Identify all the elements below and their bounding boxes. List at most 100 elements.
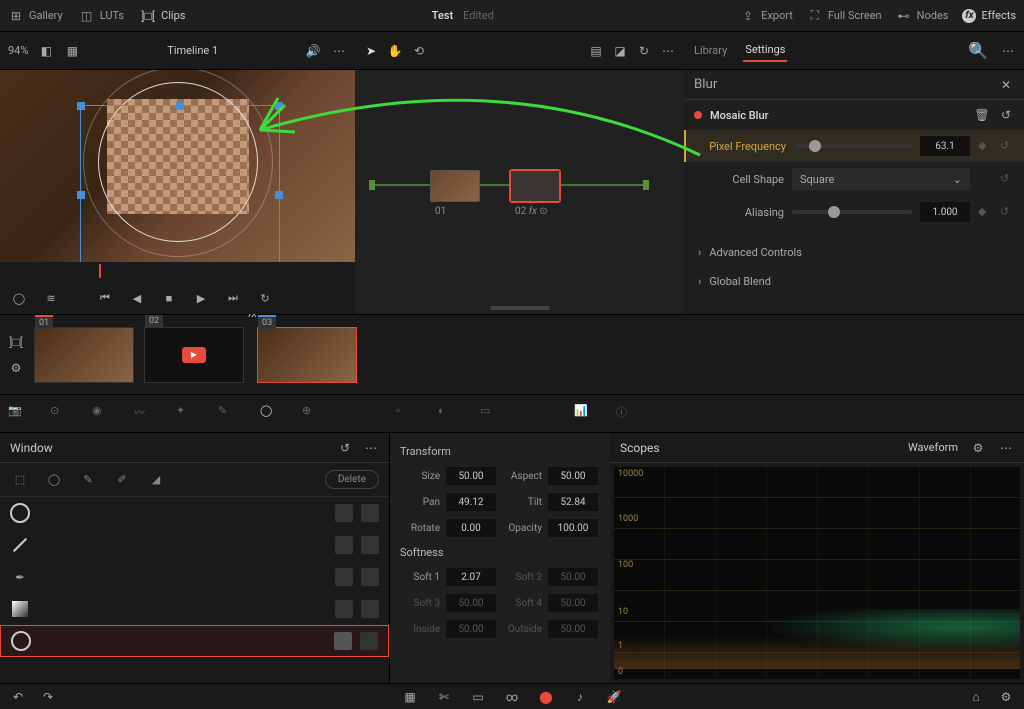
fit-icon[interactable]: ◧ <box>38 43 54 59</box>
rotate-value[interactable]: 0.00 <box>446 519 496 537</box>
add-circle-icon[interactable]: ◯ <box>44 470 64 490</box>
zoom-level[interactable]: 94% <box>8 44 28 57</box>
page-media-icon[interactable]: ▦ <box>402 689 418 705</box>
library-tab[interactable]: Library <box>692 40 729 61</box>
shape-row-gradient[interactable] <box>0 593 389 625</box>
scope-settings-icon[interactable]: ⚙ <box>970 440 986 456</box>
highlight-tool[interactable]: ◪ <box>612 43 628 59</box>
aliasing-value[interactable]: 1.000 <box>920 202 970 222</box>
opacity-value[interactable]: 100.00 <box>548 519 598 537</box>
fullscreen-button[interactable]: ⛶Full Screen <box>807 8 882 24</box>
luts-tab[interactable]: ◫LUTs <box>79 8 124 24</box>
blur-icon[interactable]: ▫ <box>396 404 416 424</box>
page-color-icon[interactable]: ⬤ <box>538 689 554 705</box>
add-polygon-icon[interactable]: ✎ <box>78 470 98 490</box>
color-wheels-icon[interactable]: ⊙ <box>50 404 70 424</box>
export-button[interactable]: ⇪Export <box>740 8 793 24</box>
next-clip-button[interactable]: ⏭ <box>224 289 242 307</box>
page-edit-icon[interactable]: ▭ <box>470 689 486 705</box>
clips-tab[interactable]: ]□[Clips <box>140 8 185 24</box>
keyframe-icon[interactable]: ◆ <box>978 205 992 219</box>
timeline-title[interactable]: Timeline 1 <box>90 44 295 57</box>
search-icon[interactable]: 🔍 <box>970 43 986 59</box>
trash-icon[interactable]: 🗑 <box>974 107 990 123</box>
play-button[interactable]: ▶ <box>192 289 210 307</box>
audio-icon[interactable]: 🔊 <box>305 43 321 59</box>
layers-icon[interactable]: ≋ <box>42 289 60 307</box>
hdr-icon[interactable]: ◉ <box>92 404 112 424</box>
reset-param-icon[interactable]: ↺ <box>1000 205 1014 219</box>
clear-search-icon[interactable]: ✕ <box>998 77 1014 93</box>
tracking-icon[interactable]: ⊕ <box>302 404 322 424</box>
hand-tool[interactable]: ✋ <box>387 43 403 59</box>
undo-icon[interactable]: ↶ <box>10 689 26 705</box>
settings-more-icon[interactable]: ⋯ <box>1000 43 1016 59</box>
window-icon[interactable]: ◯ <box>260 404 280 424</box>
loop-button[interactable]: ↻ <box>256 289 274 307</box>
tilt-value[interactable]: 52.84 <box>548 493 598 511</box>
pan-value[interactable]: 49.12 <box>446 493 496 511</box>
curves-icon[interactable]: 〰 <box>134 404 154 424</box>
page-fairlight-icon[interactable]: ♪ <box>572 689 588 705</box>
reset-effect-icon[interactable]: ↺ <box>998 107 1014 123</box>
effect-search-input[interactable] <box>694 77 998 92</box>
view-icon[interactable]: ▦ <box>64 43 80 59</box>
redo-icon[interactable]: ↷ <box>40 689 56 705</box>
grid-tool[interactable]: ▤ <box>588 43 604 59</box>
page-cut-icon[interactable]: ✄ <box>436 689 452 705</box>
node-01[interactable]: 01 <box>430 170 480 202</box>
info-icon[interactable]: ⓘ <box>616 404 636 424</box>
warper-icon[interactable]: ✦ <box>176 404 196 424</box>
scopes-toggle-icon[interactable]: 📊 <box>574 404 594 424</box>
settings-tab[interactable]: Settings <box>743 39 787 62</box>
keyframe-icon[interactable]: ◆ <box>978 139 992 153</box>
reset-param-icon[interactable]: ↺ <box>1000 139 1014 153</box>
shape-row-active-circle[interactable] <box>0 625 389 657</box>
project-settings-icon[interactable]: ⚙ <box>998 689 1014 705</box>
step-back-button[interactable]: ◀ <box>128 289 146 307</box>
clip-01[interactable]: 01 <box>34 327 134 383</box>
nodes-button[interactable]: ⊷Nodes <box>896 8 949 24</box>
clip-view-icon[interactable]: ]□[ <box>8 334 24 350</box>
reset-tool[interactable]: ↻ <box>636 43 652 59</box>
scrub-bar[interactable] <box>0 262 355 282</box>
aspect-value[interactable]: 50.00 <box>548 467 598 485</box>
node-scroll[interactable] <box>490 306 550 310</box>
soft1-value[interactable]: 2.07 <box>446 568 496 586</box>
add-gradient-icon[interactable]: ◢ <box>146 470 166 490</box>
window-more-icon[interactable]: ⋯ <box>363 440 379 456</box>
cell-shape-select[interactable]: Square⌄ <box>792 168 970 190</box>
reset-window-icon[interactable]: ↺ <box>337 440 353 456</box>
pixel-freq-value[interactable]: 63.1 <box>920 136 970 156</box>
clip-02[interactable]: 02▶ <box>144 327 244 383</box>
advanced-controls-toggle[interactable]: ›Advanced Controls <box>684 238 1024 267</box>
node-02[interactable]: 02 fx ⊙ <box>510 170 560 202</box>
scope-more-icon[interactable]: ⋯ <box>998 440 1014 456</box>
clip-03[interactable]: 03 <box>257 327 357 383</box>
prev-clip-button[interactable]: ⏮ <box>96 289 114 307</box>
pixel-freq-slider[interactable] <box>794 144 912 148</box>
pointer-tool[interactable]: ➤ <box>363 43 379 59</box>
loop-icon[interactable]: ◯ <box>10 289 28 307</box>
page-deliver-icon[interactable]: 🚀 <box>606 689 622 705</box>
delete-shape-button[interactable]: Delete <box>325 470 379 489</box>
shape-row-polygon[interactable]: ✒ <box>0 561 389 593</box>
link-tool[interactable]: ⟲ <box>411 43 427 59</box>
more-icon[interactable]: ⋯ <box>331 43 347 59</box>
add-curve-icon[interactable]: ✐ <box>112 470 132 490</box>
shape-row-linear[interactable] <box>0 529 389 561</box>
global-blend-toggle[interactable]: ›Global Blend <box>684 267 1024 296</box>
size-value[interactable]: 50.00 <box>446 467 496 485</box>
clip-settings-icon[interactable]: ⚙ <box>8 360 24 376</box>
scope-mode[interactable]: Waveform <box>908 441 958 454</box>
home-icon[interactable]: ⌂ <box>968 689 984 705</box>
effect-enable-toggle[interactable] <box>694 111 702 119</box>
add-linear-icon[interactable]: ⬚ <box>10 470 30 490</box>
sizing-icon[interactable]: ▭ <box>480 404 500 424</box>
effects-button[interactable]: fxEffects <box>962 9 1016 23</box>
shape-row-circle[interactable] <box>0 497 389 529</box>
qualifier-icon[interactable]: ✎ <box>218 404 238 424</box>
more-tools[interactable]: ⋯ <box>660 43 676 59</box>
reset-param-icon[interactable]: ↺ <box>1000 172 1014 186</box>
node-graph[interactable]: 01 02 fx ⊙ <box>355 70 684 314</box>
